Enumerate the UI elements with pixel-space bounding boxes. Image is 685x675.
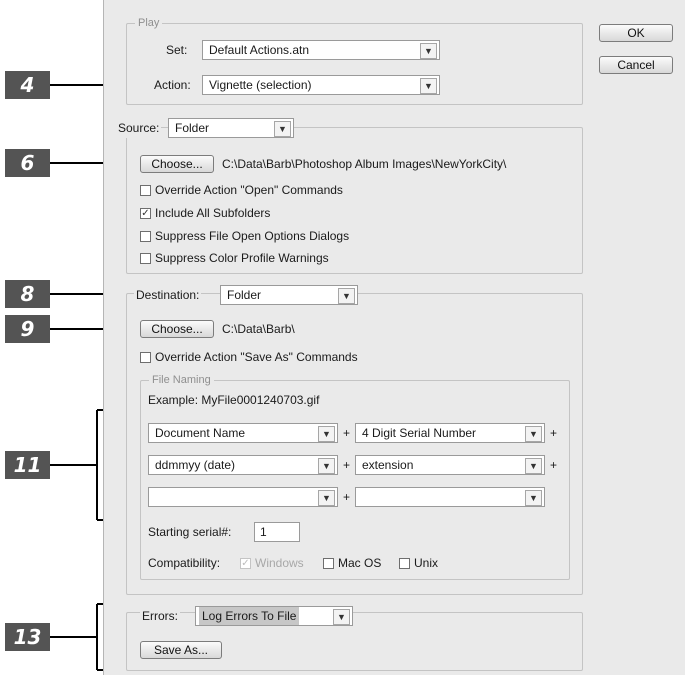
errors-select[interactable]: Log Errors To File ▼ bbox=[195, 606, 353, 626]
chevron-down-icon: ▼ bbox=[420, 43, 437, 59]
naming-row1-left-value: Document Name bbox=[155, 426, 246, 440]
callout-11: 11 bbox=[5, 451, 50, 479]
action-select-value: Vignette (selection) bbox=[209, 78, 312, 92]
callout-4: 4 bbox=[5, 71, 50, 99]
checkmark-icon: ✓ bbox=[141, 208, 150, 219]
callout-9: 9 bbox=[5, 315, 50, 343]
chevron-down-icon: ▼ bbox=[525, 458, 542, 474]
set-select[interactable]: Default Actions.atn ▼ bbox=[202, 40, 440, 60]
starting-serial-input[interactable]: 1 bbox=[254, 522, 300, 542]
errors-label: Errors: bbox=[140, 606, 180, 626]
set-select-value: Default Actions.atn bbox=[209, 43, 310, 57]
naming-row2-left-select[interactable]: ddmmyy (date) ▼ bbox=[148, 455, 338, 475]
mac-os-label: Mac OS bbox=[338, 556, 382, 570]
unix-label: Unix bbox=[414, 556, 439, 570]
destination-label: Destination: bbox=[134, 285, 202, 305]
callout-13: 13 bbox=[5, 623, 50, 651]
ok-button[interactable]: OK bbox=[599, 24, 673, 42]
chevron-down-icon: ▼ bbox=[525, 426, 542, 442]
file-naming-group: File Naming bbox=[140, 373, 570, 580]
source-choose-button[interactable]: Choose... bbox=[140, 155, 214, 173]
checkmark-icon: ✓ bbox=[241, 558, 250, 569]
naming-row3-right-select[interactable]: ▼ bbox=[355, 487, 545, 507]
naming-row2-right-select[interactable]: extension ▼ bbox=[355, 455, 545, 475]
suppress-color-profile-label: Suppress Color Profile Warnings bbox=[155, 251, 329, 265]
plus-sign: + bbox=[343, 490, 351, 504]
naming-row1-right-value: 4 Digit Serial Number bbox=[362, 426, 477, 440]
unix-checkbox[interactable] bbox=[399, 558, 410, 569]
override-save-as-checkbox[interactable] bbox=[140, 352, 151, 363]
starting-serial-label: Starting serial#: bbox=[148, 525, 232, 539]
source-select[interactable]: Folder ▼ bbox=[168, 118, 294, 138]
chevron-down-icon: ▼ bbox=[274, 121, 291, 137]
windows-label: Windows bbox=[255, 556, 304, 570]
chevron-down-icon: ▼ bbox=[318, 458, 335, 474]
chevron-down-icon: ▼ bbox=[338, 288, 355, 304]
chevron-down-icon: ▼ bbox=[318, 490, 335, 506]
plus-sign: + bbox=[343, 458, 351, 472]
callout-8: 8 bbox=[5, 280, 50, 308]
plus-sign: + bbox=[343, 426, 351, 440]
compatibility-label: Compatibility: bbox=[148, 556, 221, 570]
file-naming-legend: File Naming bbox=[149, 373, 214, 387]
errors-select-value: Log Errors To File bbox=[199, 607, 300, 625]
chevron-down-icon: ▼ bbox=[420, 78, 437, 94]
chevron-down-icon: ▼ bbox=[318, 426, 335, 442]
source-path: C:\Data\Barb\Photoshop Album Images\NewY… bbox=[222, 157, 507, 171]
naming-row1-left-select[interactable]: Document Name ▼ bbox=[148, 423, 338, 443]
naming-row2-left-value: ddmmyy (date) bbox=[155, 458, 236, 472]
action-label: Action: bbox=[154, 78, 191, 92]
naming-row3-left-select[interactable]: ▼ bbox=[148, 487, 338, 507]
batch-dialog: Play Set: Default Actions.atn ▼ Action: … bbox=[103, 0, 685, 675]
play-legend: Play bbox=[135, 16, 163, 30]
file-naming-example: Example: MyFile0001240703.gif bbox=[148, 393, 320, 407]
cancel-button[interactable]: Cancel bbox=[599, 56, 673, 74]
destination-select[interactable]: Folder ▼ bbox=[220, 285, 358, 305]
chevron-down-icon: ▼ bbox=[525, 490, 542, 506]
set-label: Set: bbox=[166, 43, 188, 57]
naming-row1-right-select[interactable]: 4 Digit Serial Number ▼ bbox=[355, 423, 545, 443]
destination-path: C:\Data\Barb\ bbox=[222, 322, 295, 336]
plus-sign: + bbox=[550, 458, 558, 472]
naming-row2-right-value: extension bbox=[362, 458, 414, 472]
source-select-value: Folder bbox=[175, 121, 210, 135]
include-subfolders-checkbox[interactable]: ✓ bbox=[140, 208, 151, 219]
include-subfolders-label: Include All Subfolders bbox=[155, 206, 271, 220]
plus-sign: + bbox=[550, 426, 558, 440]
mac-os-checkbox[interactable] bbox=[323, 558, 334, 569]
chevron-down-icon: ▼ bbox=[333, 609, 350, 625]
save-as-button[interactable]: Save As... bbox=[140, 641, 222, 659]
callout-6: 6 bbox=[5, 149, 50, 177]
override-open-checkbox[interactable] bbox=[140, 185, 151, 196]
destination-select-value: Folder bbox=[227, 288, 262, 302]
windows-checkbox[interactable]: ✓ bbox=[240, 558, 251, 569]
override-save-as-label: Override Action "Save As" Commands bbox=[155, 350, 358, 364]
destination-choose-button[interactable]: Choose... bbox=[140, 320, 214, 338]
suppress-color-profile-checkbox[interactable] bbox=[140, 253, 151, 264]
source-label: Source: bbox=[116, 118, 162, 138]
action-select[interactable]: Vignette (selection) ▼ bbox=[202, 75, 440, 95]
suppress-open-options-checkbox[interactable] bbox=[140, 231, 151, 242]
override-open-label: Override Action "Open" Commands bbox=[155, 183, 343, 197]
suppress-open-options-label: Suppress File Open Options Dialogs bbox=[155, 229, 350, 243]
